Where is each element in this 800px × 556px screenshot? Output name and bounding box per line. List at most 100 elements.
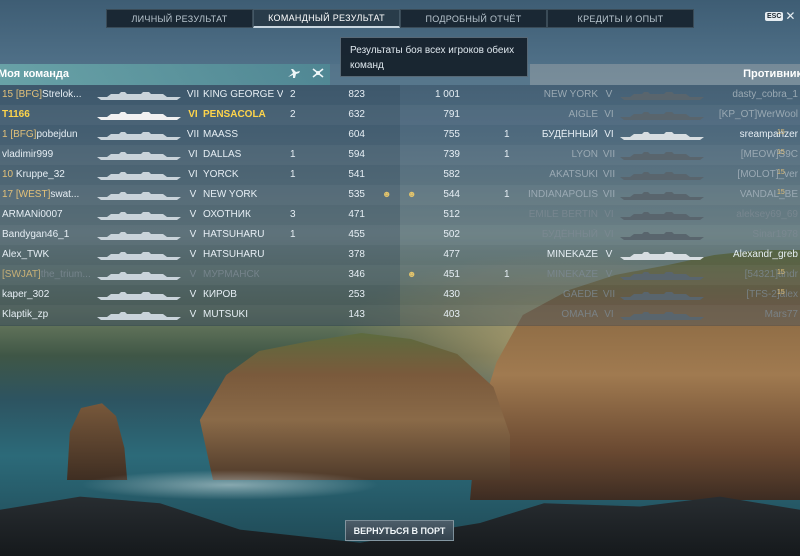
enemy-rank-badge: 15 bbox=[777, 149, 785, 156]
ship-name: YORCK bbox=[203, 169, 239, 180]
ship-tier: V bbox=[189, 269, 197, 280]
table-row[interactable]: T1166 VI PENSACOLA 2 632 791 AIGLE VI [KP_OT]Wer… bbox=[0, 105, 800, 125]
ship-name: PENSACOLA bbox=[203, 109, 266, 120]
medal-icon: ☻ bbox=[407, 269, 417, 279]
base-exp: 604 bbox=[348, 129, 365, 140]
player-name-text: Bandygan46_1 bbox=[2, 229, 70, 240]
tab-personal-result[interactable]: ЛИЧНЫЙ РЕЗУЛЬТАТ bbox=[106, 9, 253, 28]
ship-tier: VII bbox=[186, 129, 200, 140]
table-row[interactable]: Alex_TWK V HATSUHARU 378 477 MINEKAZE V Alexand… bbox=[0, 245, 800, 265]
tab-detailed-report[interactable]: ПОДРОБНЫЙ ОТЧЁТ bbox=[400, 9, 547, 28]
enemy-player-name: Alexandr_greb bbox=[732, 249, 798, 260]
ship-tier: VII bbox=[186, 89, 200, 100]
plane-shot-icon bbox=[312, 68, 324, 78]
tab-team-result[interactable]: КОМАНДНЫЙ РЕЗУЛЬТАТ bbox=[253, 9, 400, 28]
enemy-base-exp: 430 bbox=[443, 289, 460, 300]
player-name-text: ARMANi0007 bbox=[2, 209, 63, 220]
table-row[interactable]: 10 Kruppe_32 VI YORCK 1 541 582 AKATSUKI VII [MO… bbox=[0, 165, 800, 185]
player-name-text: kaper_302 bbox=[2, 289, 50, 300]
enemy-base-exp: 403 bbox=[443, 309, 460, 320]
ship-silhouette-icon bbox=[97, 292, 181, 300]
ship-silhouette-icon bbox=[97, 172, 181, 180]
enemy-base-exp: 544 bbox=[443, 189, 460, 200]
ship-silhouette-icon bbox=[97, 232, 181, 240]
ship-name: МУРМАНСК bbox=[203, 269, 260, 280]
ship-silhouette-icon bbox=[97, 312, 181, 320]
plane-icon bbox=[288, 69, 300, 78]
table-row[interactable]: ARMANi0007 V ОХОТНИК 3 471 512 EMILE BERTIN VI a… bbox=[0, 205, 800, 225]
ship-name: ОХОТНИК bbox=[203, 209, 251, 220]
enemy-ship-name: AKATSUKI bbox=[549, 169, 598, 180]
enemy-player-name: [KP_OT]WerWool bbox=[718, 109, 798, 120]
ship-silhouette-icon bbox=[97, 112, 181, 120]
enemy-ship-name: OMAHA bbox=[561, 309, 598, 320]
enemy-ship-tier: VII bbox=[602, 289, 616, 300]
table-row[interactable]: 17 [WEST]swat... V NEW YORK 535 ☻ ☻ 544 1 INDIAN… bbox=[0, 185, 800, 205]
table-row[interactable]: [SWJAT]the_trium... V МУРМАНСК 346 ☻ 451 1 MINE… bbox=[0, 265, 800, 285]
close-icon: ✕ bbox=[785, 9, 796, 23]
player-name-text: Strelok... bbox=[42, 89, 82, 100]
ship-tier: VI bbox=[188, 109, 198, 120]
player-name: 17 [WEST]swat... bbox=[2, 189, 96, 200]
player-name: vladimir999 bbox=[2, 149, 96, 160]
ship-name: MUTSUKI bbox=[203, 309, 248, 320]
return-to-port-button[interactable]: ВЕРНУТЬСЯ В ПОРТ bbox=[345, 520, 454, 541]
ship-tier: V bbox=[189, 189, 197, 200]
rank-badge: 17 bbox=[2, 189, 14, 200]
base-exp: 455 bbox=[348, 229, 365, 240]
enemy-player-name: aleksey69_69 bbox=[736, 209, 798, 220]
medal-icon: ☻ bbox=[407, 189, 417, 199]
player-name-text: Alex_TWK bbox=[2, 249, 50, 260]
tab-credits-exp[interactable]: КРЕДИТЫ И ОПЫТ bbox=[547, 9, 694, 28]
enemy-ship-tier: V bbox=[605, 249, 613, 260]
player-name: 15 [BFG]Strelok... bbox=[2, 89, 96, 100]
table-row[interactable]: 15 [BFG]Strelok... VII KING GEORGE V 2 823 1 … bbox=[0, 85, 800, 105]
base-exp: 594 bbox=[348, 149, 365, 160]
enemy-ship-name: LYON bbox=[571, 149, 599, 160]
player-name-text: Klaptik_zp bbox=[2, 309, 49, 320]
ship-silhouette-icon bbox=[97, 92, 181, 100]
enemy-base-exp: 502 bbox=[443, 229, 460, 240]
player-name: [SWJAT]the_trium... bbox=[2, 269, 96, 280]
enemy-ship-name: MINEKAZE bbox=[546, 249, 598, 260]
table-row[interactable]: kaper_302 V КИРОВ 253 430 GAEDE VII [TFS-2]alex… bbox=[0, 285, 800, 305]
close-button[interactable]: ESC ✕ bbox=[765, 9, 796, 23]
player-name-text: pobejdun bbox=[36, 129, 78, 140]
player-name: ARMANi0007 bbox=[2, 209, 96, 220]
enemy-rank-badge: 15 bbox=[777, 269, 785, 276]
enemy-team-title: Противник bbox=[743, 68, 800, 80]
enemy-ship-tier: VI bbox=[604, 229, 614, 240]
enemy-ship-name: INDIANAPOLIS bbox=[527, 189, 598, 200]
tooltip: Результаты боя всех игроков обеих команд bbox=[340, 37, 528, 77]
ship-name: КИРОВ bbox=[203, 289, 237, 300]
kills-count: 1 bbox=[290, 169, 296, 180]
player-name: 10 Kruppe_32 bbox=[2, 169, 96, 180]
enemy-rank-badge: 15 bbox=[777, 169, 785, 176]
kills-count: 2 bbox=[290, 109, 296, 120]
enemy-base-exp: 739 bbox=[443, 149, 460, 160]
enemy-base-exp: 1 001 bbox=[434, 89, 460, 100]
clan-tag: [BFG] bbox=[15, 89, 43, 100]
enemy-player-name: Mars77 bbox=[764, 309, 798, 320]
ship-silhouette-icon bbox=[97, 192, 181, 200]
enemy-ship-tier: V bbox=[605, 89, 613, 100]
base-exp: 378 bbox=[348, 249, 365, 260]
enemy-ship-name: GAEDE bbox=[562, 289, 598, 300]
table-row[interactable]: Bandygan46_1 V HATSUHARU 1 455 502 БУДЁННЫЙ VI S… bbox=[0, 225, 800, 245]
clan-tag: [SWJAT] bbox=[2, 269, 41, 280]
enemy-ship-tier: V bbox=[605, 269, 613, 280]
enemy-base-exp: 755 bbox=[443, 129, 460, 140]
table-row[interactable]: vladimir999 VI DALLAS 1 594 739 1 LYON VII [MEOW]… bbox=[0, 145, 800, 165]
enemy-ship-tier: VI bbox=[604, 129, 614, 140]
enemy-ship-tier: VII bbox=[602, 189, 616, 200]
ship-name: NEW YORK bbox=[203, 189, 258, 200]
ship-silhouette-icon bbox=[97, 272, 181, 280]
esc-key-label: ESC bbox=[765, 11, 784, 21]
table-row[interactable]: Klaptik_zp V MUTSUKI 143 403 OMAHA VI Mars77 bbox=[0, 305, 800, 325]
ship-tier: V bbox=[189, 249, 197, 260]
table-row[interactable]: 1 [BFG]pobejdun VII MAASS 604 755 1 БУДЁННЫЙ VI… bbox=[0, 125, 800, 145]
player-name: Bandygan46_1 bbox=[2, 229, 96, 240]
ship-tier: V bbox=[189, 309, 197, 320]
enemy-ship-name: AIGLE bbox=[568, 109, 598, 120]
player-name-text: swat... bbox=[50, 189, 80, 200]
